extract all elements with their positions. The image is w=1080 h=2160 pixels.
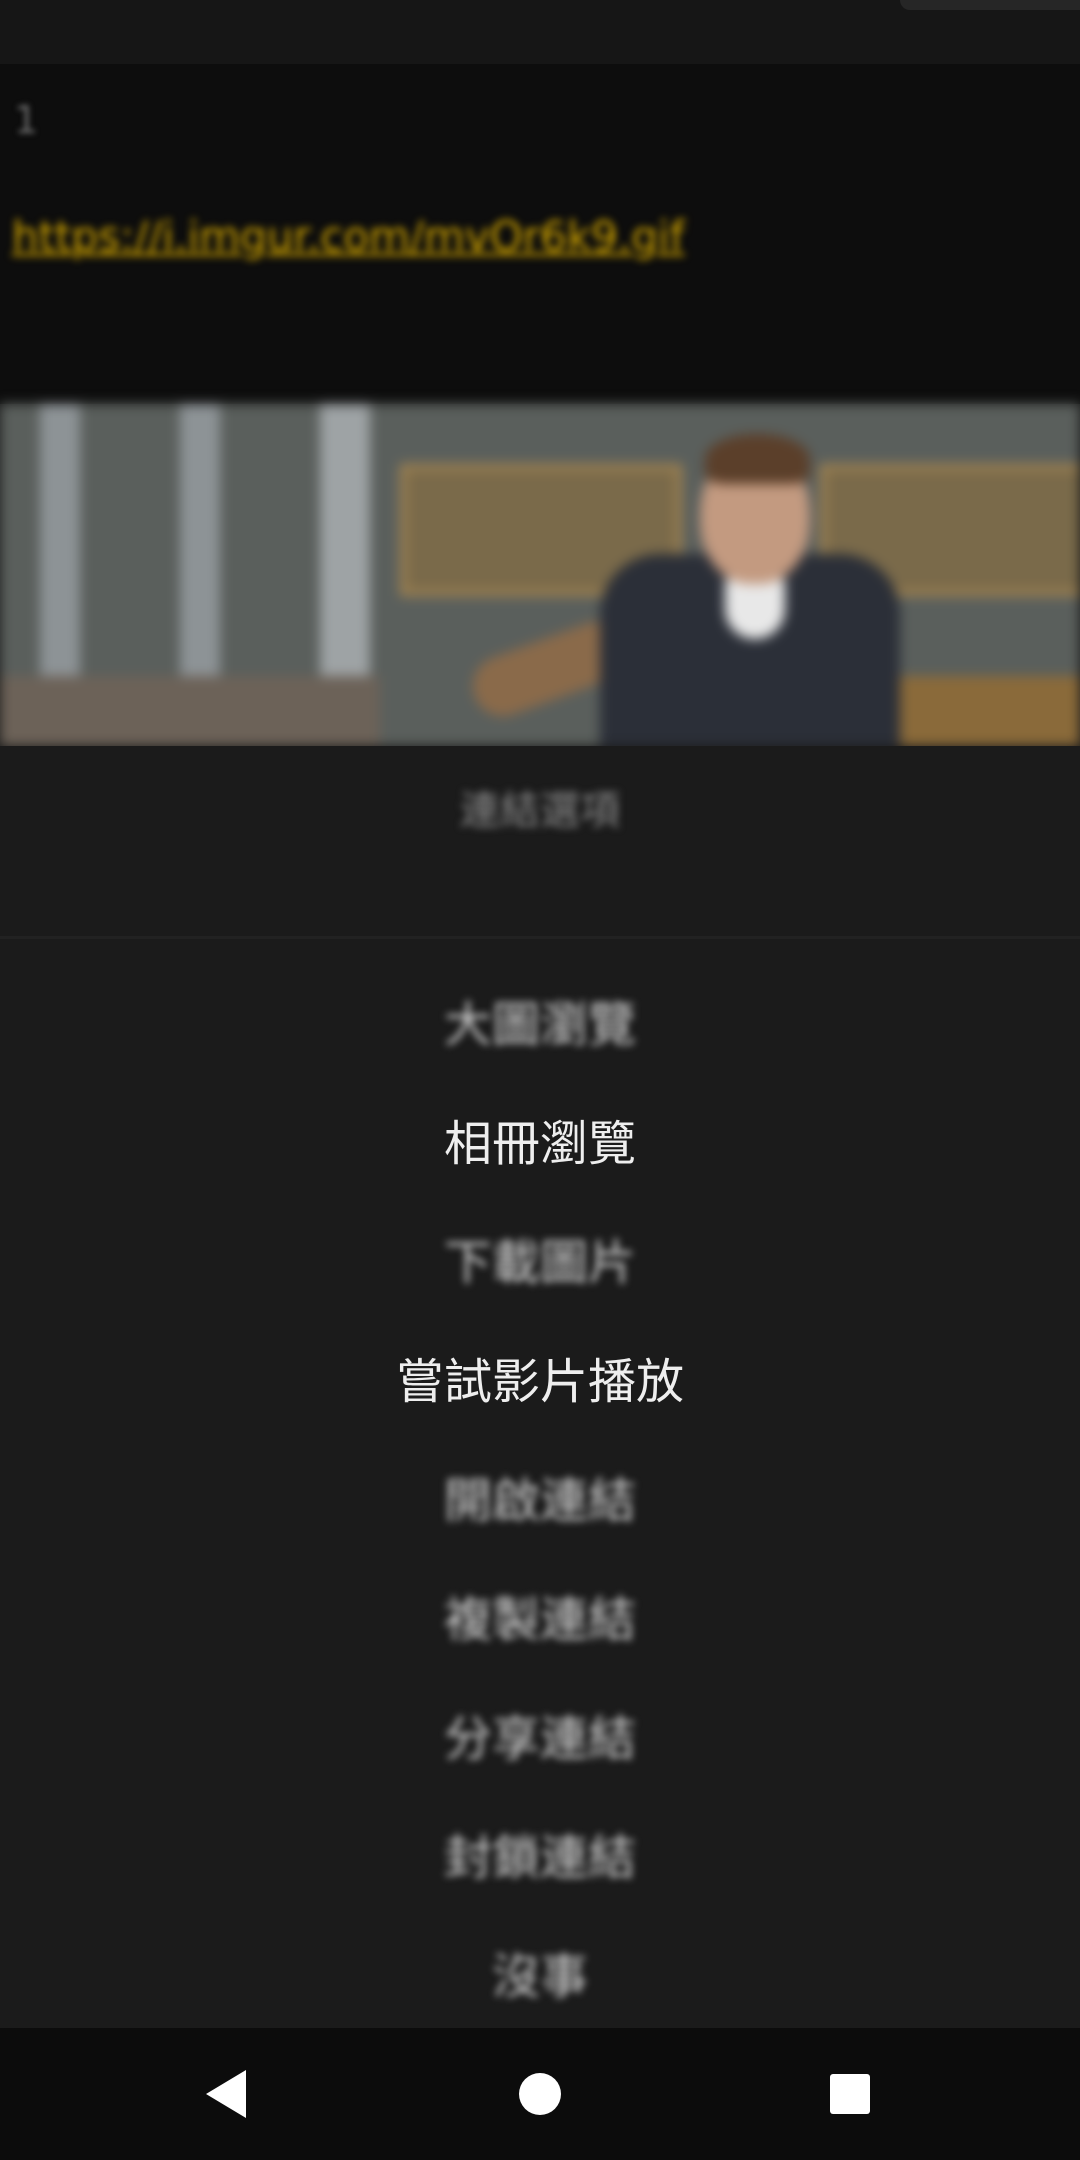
status-bar-corner <box>900 0 1080 10</box>
post-link[interactable]: https://i.imgur.com/mvOr6k9.gif <box>12 212 684 261</box>
dialog-title: 連結選項 <box>460 788 620 834</box>
menu-item-fullscreen-view[interactable]: 大圖瀏覽 <box>0 960 1080 1079</box>
back-button[interactable] <box>186 2054 266 2134</box>
menu-item-share-link[interactable]: 分享連結 <box>0 1674 1080 1793</box>
preview-person-hair <box>705 434 810 484</box>
menu-item-try-video-play[interactable]: 嘗試影片播放 <box>0 1317 1080 1436</box>
menu-item-cancel[interactable]: 沒事 <box>0 1912 1080 2031</box>
menu-item-album-view[interactable]: 相冊瀏覽 <box>0 1079 1080 1198</box>
menu-item-copy-link[interactable]: 複製連結 <box>0 1555 1080 1674</box>
dialog-divider <box>0 936 1080 939</box>
menu-item-open-link[interactable]: 開啟連結 <box>0 1436 1080 1555</box>
status-bar <box>0 0 1080 64</box>
dialog-header: 連結選項 <box>0 746 1080 936</box>
menu-item-block-link[interactable]: 封鎖連結 <box>0 1793 1080 1912</box>
preview-bench <box>0 676 380 746</box>
preview-collar <box>725 579 785 639</box>
preview-bench <box>900 676 1080 746</box>
recents-button[interactable] <box>810 2054 890 2134</box>
home-icon <box>519 2073 561 2115</box>
image-preview <box>0 404 1080 746</box>
options-menu: 大圖瀏覽 相冊瀏覽 下載圖片 嘗試影片播放 開啟連結 複製連結 分享連結 封鎖連… <box>0 960 1080 2031</box>
menu-item-download-image[interactable]: 下載圖片 <box>0 1198 1080 1317</box>
back-icon <box>206 2070 246 2118</box>
screen: 1 https://i.imgur.com/mvOr6k9.gif 連結選項 大… <box>0 0 1080 2160</box>
navigation-bar <box>0 2028 1080 2160</box>
recents-icon <box>830 2074 870 2114</box>
post-index: 1 <box>14 98 39 142</box>
home-button[interactable] <box>500 2054 580 2134</box>
